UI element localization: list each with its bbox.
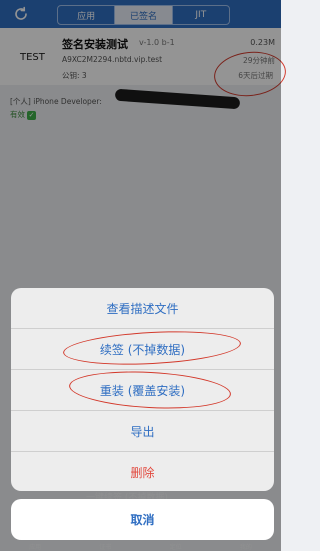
red-circle-annotation [68, 367, 232, 413]
export-button[interactable]: 导出 [11, 411, 274, 452]
reinstall-button[interactable]: 重装 (覆盖安装) [11, 367, 274, 413]
resign-button[interactable]: 续签 (不掉数据) [11, 327, 274, 370]
red-circle-annotation [62, 327, 242, 369]
delete-button[interactable]: 删除 [11, 452, 274, 491]
cancel-button[interactable]: 取消 [11, 499, 274, 540]
action-sheet: 查看描述文件 续签 (不掉数据) 重装 (覆盖安装) 导出 删除 [11, 288, 274, 491]
view-profile-button[interactable]: 查看描述文件 [11, 288, 274, 329]
